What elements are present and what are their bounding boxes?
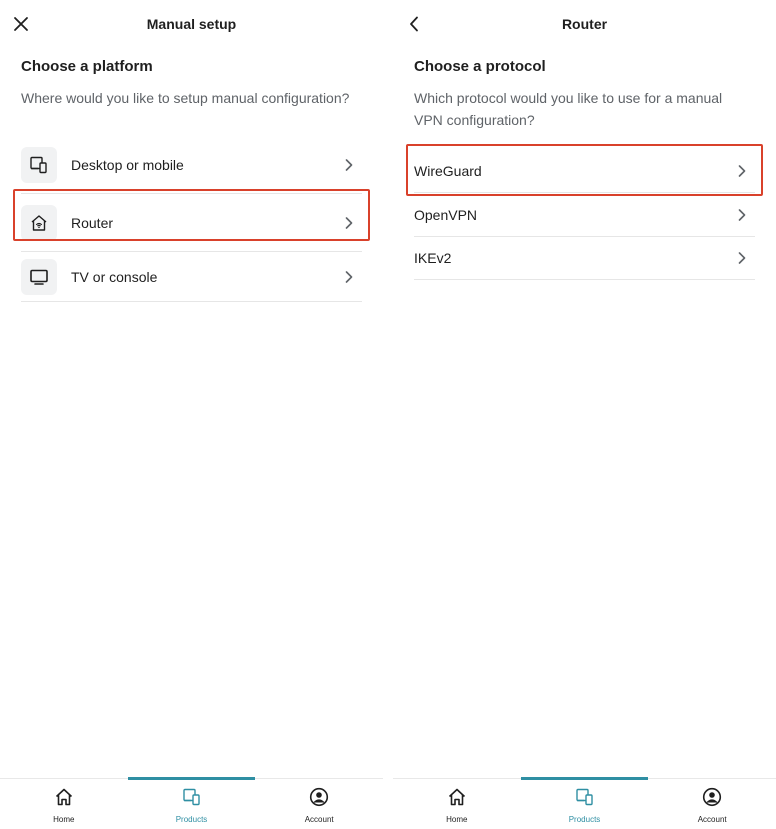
- home-icon: [447, 787, 467, 812]
- section-subtitle: Which protocol would you like to use for…: [414, 90, 723, 128]
- nav-tab-account[interactable]: Account: [255, 779, 383, 829]
- chevron-right-icon: [735, 208, 749, 222]
- section-subtitle: Where would you like to setup manual con…: [21, 90, 350, 106]
- home-icon: [54, 787, 74, 812]
- section-heading: Choose a platform: [21, 58, 153, 75]
- router-home-icon: [21, 204, 57, 241]
- protocol-openvpn[interactable]: OpenVPN: [414, 193, 755, 237]
- nav-label: Home: [446, 815, 468, 824]
- nav-tab-home[interactable]: Home: [0, 779, 128, 829]
- account-icon: [309, 787, 329, 812]
- nav-label: Products: [568, 815, 601, 824]
- nav-tab-products[interactable]: Products: [127, 777, 256, 829]
- devices-icon: [21, 146, 57, 183]
- option-tv-or-console[interactable]: TV or console: [21, 252, 362, 302]
- protocol-wireguard[interactable]: WireGuard: [414, 149, 755, 193]
- chevron-right-icon: [735, 251, 749, 265]
- option-label: TV or console: [71, 268, 158, 285]
- router-protocol-screen: Router Choose a protocol Which protocol …: [393, 0, 776, 829]
- manual-setup-screen: Manual setup Choose a platform Where wou…: [0, 0, 383, 829]
- option-desktop-or-mobile[interactable]: Desktop or mobile: [21, 136, 362, 194]
- option-label: IKEv2: [414, 250, 452, 266]
- page-title: Manual setup: [146, 16, 237, 32]
- bottom-nav: Home Products Account: [393, 777, 776, 829]
- chevron-right-icon: [342, 158, 356, 172]
- nav-tab-home[interactable]: Home: [393, 779, 521, 829]
- devices-icon: [575, 787, 595, 812]
- nav-label: Account: [697, 815, 727, 824]
- chevron-right-icon: [342, 216, 356, 230]
- chevron-right-icon: [735, 164, 749, 178]
- account-icon: [702, 787, 722, 812]
- option-label: WireGuard: [414, 162, 482, 179]
- protocol-ikev2[interactable]: IKEv2: [414, 237, 755, 280]
- section-heading: Choose a protocol: [414, 58, 546, 75]
- nav-tab-products[interactable]: Products: [520, 777, 649, 829]
- option-label: Router: [71, 214, 114, 231]
- option-label: Desktop or mobile: [71, 156, 184, 173]
- option-label: OpenVPN: [414, 206, 478, 223]
- nav-label: Products: [175, 815, 208, 824]
- nav-label: Account: [304, 815, 334, 824]
- nav-tab-account[interactable]: Account: [648, 779, 776, 829]
- nav-label: Home: [53, 815, 75, 824]
- bottom-nav: Home Products Account: [0, 777, 383, 829]
- page-title: Router: [561, 16, 608, 32]
- option-router[interactable]: Router: [21, 194, 362, 252]
- tv-icon: [21, 258, 57, 295]
- devices-icon: [182, 787, 202, 812]
- chevron-right-icon: [342, 270, 356, 284]
